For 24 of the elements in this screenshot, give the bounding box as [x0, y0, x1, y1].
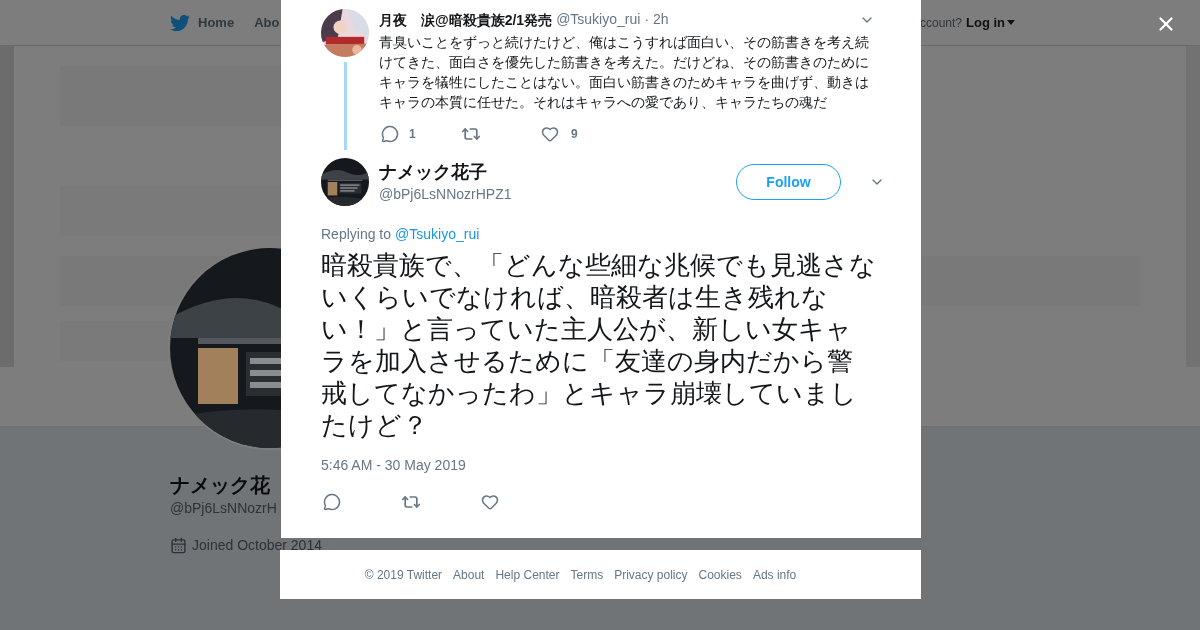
footer-link[interactable]: About — [453, 565, 485, 584]
caret-icon — [1007, 20, 1015, 25]
separator-dot: · — [644, 10, 650, 29]
tweet-timestamp: 5:46 AM - 30 May 2019 — [321, 456, 467, 475]
profile-handle: @bPj6LsNNozrH — [170, 499, 277, 518]
account-prompt: ccount? — [919, 14, 962, 32]
footer-link[interactable]: © 2019 Twitter — [364, 565, 443, 584]
home-link[interactable]: Home — [198, 12, 235, 33]
author-name: 月夜 涙@暗殺貴族2/1発売 — [379, 11, 553, 28]
author-handle: @Tsukiyo_rui — [556, 10, 641, 29]
heart-icon[interactable] — [481, 493, 499, 511]
reply-icon[interactable] — [323, 493, 341, 511]
footer-link[interactable]: Ads info — [752, 565, 797, 584]
footer-link[interactable]: Help Center — [495, 565, 560, 584]
footer-link[interactable]: Terms — [570, 565, 604, 584]
bird-icon — [170, 12, 190, 33]
calendar-icon — [170, 537, 187, 554]
login-button[interactable]: Log in — [966, 12, 1015, 33]
joined-date: Joined October 2014 — [192, 536, 322, 555]
profile-name: ナメック花 — [170, 473, 270, 498]
tweet-time: 2h — [653, 10, 669, 29]
footer-link[interactable]: Cookies — [698, 565, 742, 584]
nav-link[interactable]: Abo — [254, 12, 280, 33]
footer-link[interactable]: Privacy policy — [614, 565, 688, 584]
